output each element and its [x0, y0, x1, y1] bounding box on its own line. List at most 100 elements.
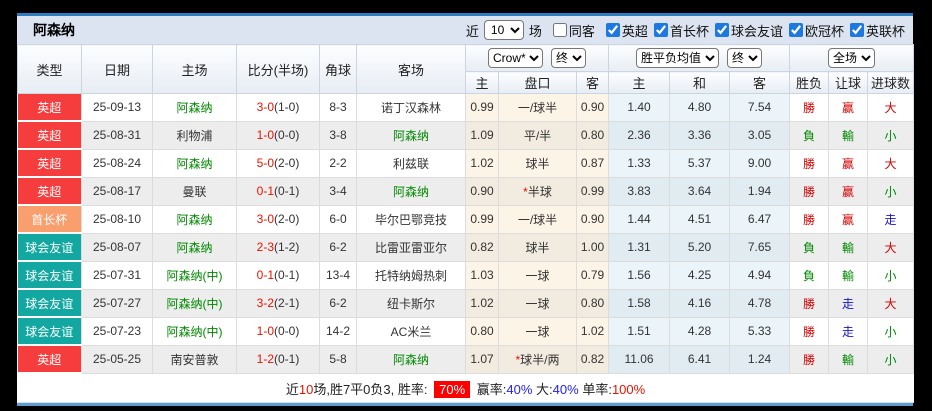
spread-result-cell: 輸 [828, 120, 869, 150]
league-checkbox[interactable] [653, 23, 668, 37]
score-cell: 3-0(1-0) [236, 93, 320, 122]
away-team: AC米兰 [356, 316, 466, 346]
handicap-line: 一/球半 [498, 204, 577, 234]
match-date: 25-08-07 [81, 232, 153, 262]
result-cell: 勝 [789, 204, 830, 234]
odds-view-select[interactable]: 胜平负均值 [636, 48, 720, 68]
away-team: 比雷亚雷亚尔 [356, 232, 466, 262]
odds-lose: 4.94 [729, 260, 791, 290]
team-title: 阿森纳 [33, 22, 75, 38]
league-badge: 英超 [17, 120, 82, 150]
league-checkbox[interactable] [788, 23, 803, 37]
away-team: 毕尔巴鄂竞技 [356, 204, 466, 234]
odds-win: 1.58 [608, 288, 671, 318]
recent-count-select[interactable]: 10 [483, 20, 524, 40]
odds-lose: 7.65 [729, 232, 791, 262]
away-team: 诺丁汉森林 [356, 93, 466, 122]
match-date: 25-08-31 [81, 120, 153, 150]
scope-select[interactable]: 全场 [828, 48, 876, 68]
odds-draw: 4.16 [669, 288, 731, 318]
odds-lose: 4.78 [729, 288, 791, 318]
odds-lose: 1.24 [729, 344, 791, 374]
home-team: 阿森纳 [152, 148, 237, 178]
odds-draw: 3.36 [669, 120, 731, 150]
same-away-checkbox[interactable] [552, 23, 567, 37]
goals-result-cell: 走 [867, 204, 915, 234]
league-badge: 球会友谊 [17, 232, 82, 262]
odds-win: 1.56 [608, 260, 671, 290]
odds-lose: 9.00 [729, 148, 791, 178]
bookmaker-select[interactable]: Crow* [488, 48, 544, 68]
odds-lose: 1.94 [729, 176, 791, 206]
summary-spread-label: 赢率: [476, 381, 507, 397]
score-cell: 3-2(2-1) [236, 288, 320, 318]
odds-win: 3.83 [608, 176, 671, 206]
league-badge: 球会友谊 [17, 316, 82, 346]
spread-result-cell: 赢 [828, 148, 869, 178]
bookmaker-state-select[interactable]: 终 [551, 48, 587, 68]
goals-result-cell: 小 [867, 316, 915, 346]
match-date: 25-08-24 [81, 148, 153, 178]
match-row: 球会友谊 25-07-23 阿森纳(中) 1-0(0-0) 14-2 AC米兰 0.80 一球… [17, 316, 915, 346]
spread-result-cell: 輸 [828, 344, 869, 374]
score-cell: 5-0(2-0) [236, 148, 320, 178]
score-cell: 1-2(0-1) [236, 344, 320, 374]
score-cell: 1-0(0-0) [236, 316, 320, 346]
match-row: 球会友谊 25-08-07 阿森纳 2-3(1-2) 6-2 比雷亚雷亚尔 0.82 球半 1.… [17, 232, 915, 262]
same-away-label: 同客 [568, 23, 595, 39]
odds-draw: 5.20 [669, 232, 731, 262]
match-date: 25-07-23 [81, 316, 153, 346]
league-checkbox-group: 英超 首长杯 球会友谊 欧冠杯 英联杯 [600, 21, 905, 40]
odds-state-select[interactable]: 终 [727, 48, 763, 68]
col-odds-win: 主 [608, 71, 671, 94]
odds-draw: 4.28 [669, 316, 731, 346]
match-date: 25-07-31 [81, 260, 153, 290]
odds-win: 1.33 [608, 148, 671, 178]
filter-bar: 阿森纳 近 10 场 同客 英超 首长杯 球会友谊 欧冠杯 英联杯 [17, 16, 913, 44]
odds-draw: 4.51 [669, 204, 731, 234]
league-checkbox-label: 欧冠杯 [804, 23, 844, 39]
odds-lose: 5.33 [729, 316, 791, 346]
summary-prefix: 近 [285, 381, 299, 397]
handicap-line: 一/球半 [498, 93, 577, 122]
home-team: 阿森纳 [152, 93, 237, 122]
col-home: 主场 [152, 44, 237, 94]
handicap-home-odds: 1.07 [465, 344, 499, 374]
odds-draw: 6.41 [669, 344, 731, 374]
match-date: 25-05-25 [81, 344, 153, 374]
summary-win-rate-badge: 70% [434, 380, 471, 398]
result-cell: 勝 [789, 93, 830, 122]
league-checkbox[interactable] [849, 23, 864, 37]
handicap-line: 一球 [498, 260, 577, 290]
odds-win: 1.51 [608, 316, 671, 346]
away-team: 利兹联 [356, 148, 466, 178]
col-odds-lose: 客 [729, 71, 791, 94]
result-cell: 勝 [789, 288, 830, 318]
league-checkbox[interactable] [714, 23, 729, 37]
goals-result-cell: 大 [867, 288, 915, 318]
summary-single-rate: 100% [611, 381, 646, 397]
col-hcp-home: 主 [465, 71, 499, 94]
handicap-away-odds: 1.00 [575, 232, 610, 262]
odds-win: 1.40 [608, 93, 671, 122]
odds-win: 11.06 [608, 344, 671, 374]
odds-draw: 4.80 [669, 93, 731, 122]
league-checkbox-label: 球会友谊 [730, 23, 783, 39]
corners-cell: 2-2 [319, 148, 357, 178]
league-checkbox[interactable] [605, 23, 620, 37]
away-team: 纽卡斯尔 [356, 288, 466, 318]
summary-record: 场,胜7平0负3, 胜率: [313, 381, 428, 397]
scope-select-cell: 全场 [789, 44, 915, 72]
result-cell: 勝 [789, 316, 830, 346]
league-badge: 球会友谊 [17, 260, 82, 290]
home-team: 阿森纳(中) [152, 260, 237, 290]
home-team: 阿森纳 [152, 204, 237, 234]
corners-cell: 13-4 [319, 260, 357, 290]
goals-result-cell: 大 [867, 148, 915, 178]
result-cell: 勝 [789, 148, 830, 178]
col-handicap: 盘口 [498, 71, 577, 94]
match-row: 英超 25-08-31 利物浦 1-0(0-0) 3-8 阿森纳 1.09 平/半 0.80 2.… [17, 120, 915, 150]
odds-draw: 3.64 [669, 176, 731, 206]
col-away: 客场 [356, 44, 466, 94]
match-date: 25-07-27 [81, 288, 153, 318]
